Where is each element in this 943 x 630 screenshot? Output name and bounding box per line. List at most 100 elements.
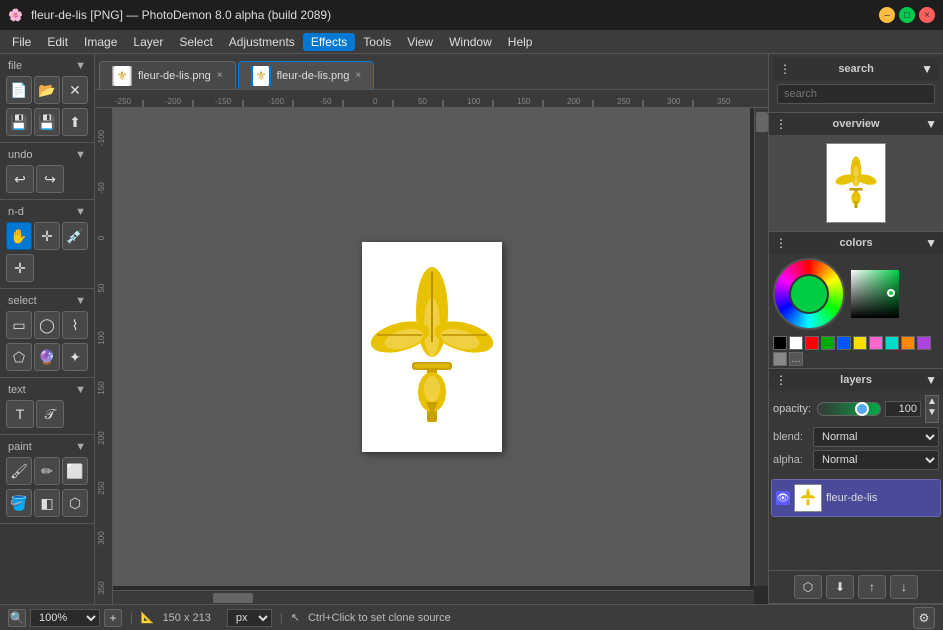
- colors-collapse-icon: ▼: [925, 236, 937, 250]
- svg-text:⚜: ⚜: [116, 68, 127, 82]
- layer-add-button[interactable]: ⬡: [794, 575, 822, 599]
- undo-button[interactable]: ↩: [6, 165, 34, 193]
- color-wheel[interactable]: [773, 258, 845, 330]
- stamp-button[interactable]: ⬡: [62, 489, 88, 517]
- menu-edit[interactable]: Edit: [39, 33, 76, 51]
- paint-section-header[interactable]: paint ▼: [4, 439, 90, 455]
- colors-header[interactable]: ⋮ colors ▼: [769, 232, 943, 254]
- lasso-select-button[interactable]: ⌇: [62, 311, 88, 339]
- swatch-purple[interactable]: [917, 336, 931, 350]
- tab-2-close[interactable]: ×: [355, 70, 361, 81]
- text-path-button[interactable]: 𝒯: [36, 400, 64, 428]
- svg-text:-50: -50: [97, 182, 106, 194]
- canvas-area: ⚜ fleur-de-lis.png × ⚜ fleur-de-lis.png …: [95, 54, 768, 604]
- size-unit-select[interactable]: px cm in: [227, 609, 272, 627]
- magic-wand-button[interactable]: 🔮: [34, 343, 60, 371]
- menu-image[interactable]: Image: [76, 33, 125, 51]
- swatch-more-button[interactable]: …: [789, 352, 803, 366]
- layer-down-button[interactable]: ↓: [890, 575, 918, 599]
- layer-item-fleur[interactable]: 👁 fleur-de-: [771, 479, 941, 517]
- tab-2[interactable]: ⚜ fleur-de-lis.png ×: [238, 61, 375, 89]
- swatch-cyan[interactable]: [885, 336, 899, 350]
- save-button[interactable]: 💾: [6, 108, 32, 136]
- swatch-red[interactable]: [805, 336, 819, 350]
- settings-button[interactable]: ⚙: [913, 607, 935, 629]
- menu-file[interactable]: File: [4, 33, 39, 51]
- swatch-blue[interactable]: [837, 336, 851, 350]
- layers-header[interactable]: ⋮ layers ▼: [769, 369, 943, 391]
- search-input[interactable]: [777, 84, 935, 104]
- maximize-button[interactable]: □: [899, 7, 915, 23]
- swatch-pink[interactable]: [869, 336, 883, 350]
- swatch-yellow[interactable]: [853, 336, 867, 350]
- crop-tool-button[interactable]: ✛: [6, 254, 34, 282]
- close-file-button[interactable]: ✕: [62, 76, 88, 104]
- opacity-slider[interactable]: [817, 402, 881, 416]
- menu-help[interactable]: Help: [500, 33, 541, 51]
- opacity-spinner[interactable]: ▲▼: [925, 395, 939, 423]
- zoom-in-button[interactable]: +: [104, 609, 122, 627]
- rect-select-button[interactable]: ▭: [6, 311, 32, 339]
- swatch-gray[interactable]: [773, 352, 787, 366]
- blend-select[interactable]: Normal Multiply Screen Overlay: [813, 427, 939, 447]
- tab-1[interactable]: ⚜ fleur-de-lis.png ×: [99, 61, 236, 89]
- layer-up-button[interactable]: ↑: [858, 575, 886, 599]
- v-scrollbar-thumb[interactable]: [756, 112, 768, 132]
- polygon-select-button[interactable]: ⬠: [6, 343, 32, 371]
- save-as-button[interactable]: 💾: [34, 108, 60, 136]
- colors-section: ⋮ colors ▼: [769, 232, 943, 369]
- menu-window[interactable]: Window: [441, 33, 500, 51]
- opacity-value[interactable]: [885, 401, 921, 417]
- menu-tools[interactable]: Tools: [355, 33, 399, 51]
- ellipse-select-button[interactable]: ◯: [34, 311, 60, 339]
- text-section-header[interactable]: text ▼: [4, 382, 90, 398]
- canvas-scroll[interactable]: [113, 108, 750, 586]
- swatch-white[interactable]: [789, 336, 803, 350]
- new-file-button[interactable]: 📄: [6, 76, 32, 104]
- layer-visibility-icon[interactable]: 👁: [776, 491, 790, 505]
- alpha-label: alpha:: [773, 454, 809, 466]
- tab-1-close[interactable]: ×: [217, 70, 223, 81]
- h-scrollbar-thumb[interactable]: [213, 593, 253, 603]
- eraser-button[interactable]: ⬜: [62, 457, 88, 485]
- nd-tools-row2: ✛: [4, 252, 90, 284]
- fill-button[interactable]: 🪣: [6, 489, 32, 517]
- swatch-green[interactable]: [821, 336, 835, 350]
- menu-layer[interactable]: Layer: [125, 33, 171, 51]
- opacity-thumb[interactable]: [855, 402, 869, 416]
- color-square-wrap[interactable]: [851, 270, 899, 318]
- search-header[interactable]: ⋮ search ▼: [773, 58, 939, 80]
- menu-view[interactable]: View: [399, 33, 441, 51]
- overview-header[interactable]: ⋮ overview ▼: [769, 113, 943, 135]
- nd-section-header[interactable]: n-d ▼: [4, 204, 90, 220]
- move-tool-button[interactable]: ✛: [34, 222, 60, 250]
- menu-adjustments[interactable]: Adjustments: [221, 33, 303, 51]
- status-sep-3: |: [280, 612, 283, 624]
- open-file-button[interactable]: 📂: [34, 76, 60, 104]
- pencil-button[interactable]: ✏: [34, 457, 60, 485]
- close-button[interactable]: ×: [919, 7, 935, 23]
- v-scrollbar[interactable]: [754, 108, 768, 586]
- zoom-select[interactable]: 100% 50% 200% 25%: [30, 609, 100, 627]
- eyedropper-button[interactable]: 💉: [62, 222, 88, 250]
- fuzzy-select-button[interactable]: ✦: [62, 343, 88, 371]
- zoom-out-button[interactable]: 🔍: [8, 609, 26, 627]
- minimize-button[interactable]: –: [879, 7, 895, 23]
- brush-button[interactable]: 🖌: [6, 457, 32, 485]
- h-scrollbar[interactable]: [113, 590, 754, 604]
- menu-effects[interactable]: Effects: [303, 33, 355, 51]
- text-tool-button[interactable]: T: [6, 400, 34, 428]
- undo-label: undo: [8, 149, 32, 161]
- gradient-button[interactable]: ◧: [34, 489, 60, 517]
- redo-button[interactable]: ↪: [36, 165, 64, 193]
- select-section-header[interactable]: select ▼: [4, 293, 90, 309]
- layer-merge-button[interactable]: ⬇: [826, 575, 854, 599]
- undo-section-header[interactable]: undo ▼: [4, 147, 90, 163]
- alpha-select[interactable]: Normal Inherit: [813, 450, 939, 470]
- menu-select[interactable]: Select: [171, 33, 220, 51]
- file-section-header[interactable]: file ▼: [4, 58, 90, 74]
- hand-tool-button[interactable]: ✋: [6, 222, 32, 250]
- swatch-orange[interactable]: [901, 336, 915, 350]
- export-button[interactable]: ⬆: [62, 108, 88, 136]
- swatch-black[interactable]: [773, 336, 787, 350]
